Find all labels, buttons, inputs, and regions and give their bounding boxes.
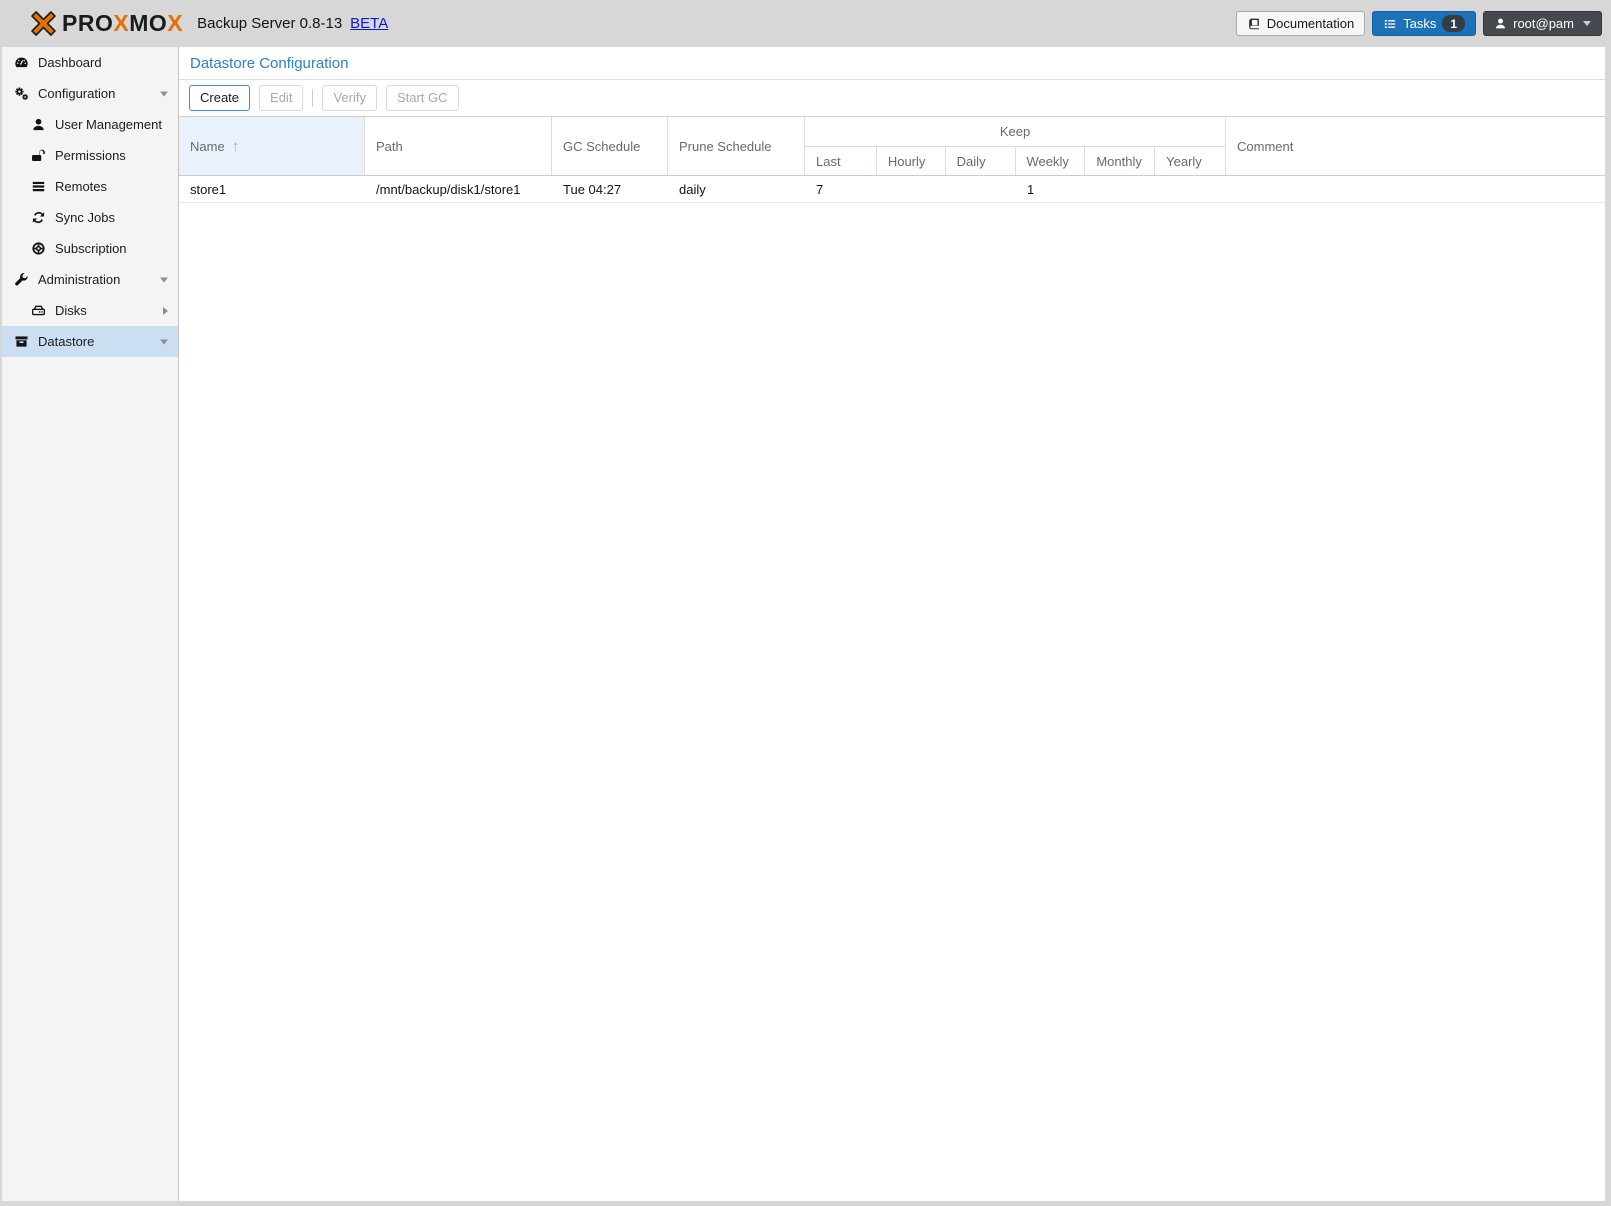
chevron-down-icon[interactable] [160, 339, 168, 344]
app-version-title: Backup Server 0.8-13 [197, 15, 342, 32]
dashboard-icon [14, 55, 29, 70]
cell-keep-last: 7 [805, 182, 877, 197]
main-panel: Datastore Configuration Create Edit Veri… [179, 47, 1605, 1201]
cell-keep-weekly: 1 [1016, 182, 1086, 197]
chevron-down-icon[interactable] [160, 91, 168, 96]
user-menu-button[interactable]: root@pam [1483, 11, 1602, 36]
column-header-prune-schedule[interactable]: Prune Schedule [668, 117, 805, 175]
proxmox-logo: PROXMOX [30, 10, 183, 37]
start-gc-button[interactable]: Start GC [386, 85, 459, 111]
datastore-table: Name ↑ Path GC Schedule Prune Schedule K… [179, 116, 1605, 1201]
sidebar-item-dashboard[interactable]: Dashboard [2, 47, 178, 78]
beta-link[interactable]: BETA [350, 15, 388, 32]
tasks-button[interactable]: Tasks 1 [1372, 11, 1476, 36]
cell-path: /mnt/backup/disk1/store1 [365, 182, 552, 197]
tasks-count-badge: 1 [1442, 15, 1465, 32]
table-row[interactable]: store1 /mnt/backup/disk1/store1 Tue 04:2… [179, 176, 1605, 203]
hdd-icon [31, 303, 46, 318]
sidebar-item-subscription[interactable]: Subscription [2, 233, 178, 264]
user-icon [1494, 17, 1507, 30]
toolbar-separator [312, 89, 313, 107]
documentation-button[interactable]: Documentation [1236, 11, 1365, 36]
sidebar-item-permissions[interactable]: Permissions [2, 140, 178, 171]
edit-button[interactable]: Edit [259, 85, 303, 111]
cell-gc-schedule: Tue 04:27 [552, 182, 668, 197]
unlock-icon [31, 148, 46, 163]
column-header-path[interactable]: Path [365, 117, 552, 175]
keep-group-header: Keep [805, 117, 1225, 147]
chevron-down-icon[interactable] [160, 277, 168, 282]
datastore-icon [14, 334, 29, 349]
chevron-down-icon [1583, 21, 1591, 26]
sync-icon [31, 210, 46, 225]
sidebar-item-administration[interactable]: Administration [2, 264, 178, 295]
column-header-keep-yearly[interactable]: Yearly [1155, 147, 1225, 175]
verify-button[interactable]: Verify [322, 85, 377, 111]
cogs-icon [14, 86, 29, 101]
sidebar-item-disks[interactable]: Disks [2, 295, 178, 326]
column-header-gc-schedule[interactable]: GC Schedule [552, 117, 668, 175]
column-header-name[interactable]: Name ↑ [179, 117, 365, 175]
column-header-keep-hourly[interactable]: Hourly [877, 147, 946, 175]
book-icon [1247, 17, 1261, 31]
chevron-right-icon[interactable] [163, 307, 168, 315]
column-header-keep-last[interactable]: Last [805, 147, 877, 175]
table-header: Name ↑ Path GC Schedule Prune Schedule K… [179, 116, 1605, 176]
list-icon [1383, 17, 1397, 31]
sidebar: Dashboard Configuration User Management … [2, 47, 179, 1201]
sidebar-item-datastore[interactable]: Datastore [2, 326, 178, 357]
proxmox-wordmark: PROXMOX [62, 10, 183, 37]
toolbar: Create Edit Verify Start GC [179, 80, 1605, 116]
column-header-keep-weekly[interactable]: Weekly [1016, 147, 1086, 175]
create-button[interactable]: Create [189, 85, 250, 111]
wrench-icon [14, 272, 29, 287]
user-icon [31, 117, 46, 132]
sort-asc-icon: ↑ [232, 138, 240, 155]
sidebar-item-user-management[interactable]: User Management [2, 109, 178, 140]
column-header-keep-monthly[interactable]: Monthly [1085, 147, 1155, 175]
cell-name: store1 [179, 182, 365, 197]
column-header-keep-daily[interactable]: Daily [946, 147, 1016, 175]
sidebar-item-sync-jobs[interactable]: Sync Jobs [2, 202, 178, 233]
column-group-keep: Keep Last Hourly Daily Weekly Monthly Ye… [805, 117, 1226, 175]
bars-icon [31, 179, 46, 194]
support-icon [31, 241, 46, 256]
proxmox-x-icon [30, 10, 57, 37]
column-header-comment[interactable]: Comment [1226, 117, 1605, 175]
top-header: PROXMOX Backup Server 0.8-13 BETA Docume… [0, 0, 1611, 47]
sidebar-item-remotes[interactable]: Remotes [2, 171, 178, 202]
sidebar-item-configuration[interactable]: Configuration [2, 78, 178, 109]
page-title: Datastore Configuration [179, 47, 1605, 80]
cell-prune-schedule: daily [668, 182, 805, 197]
